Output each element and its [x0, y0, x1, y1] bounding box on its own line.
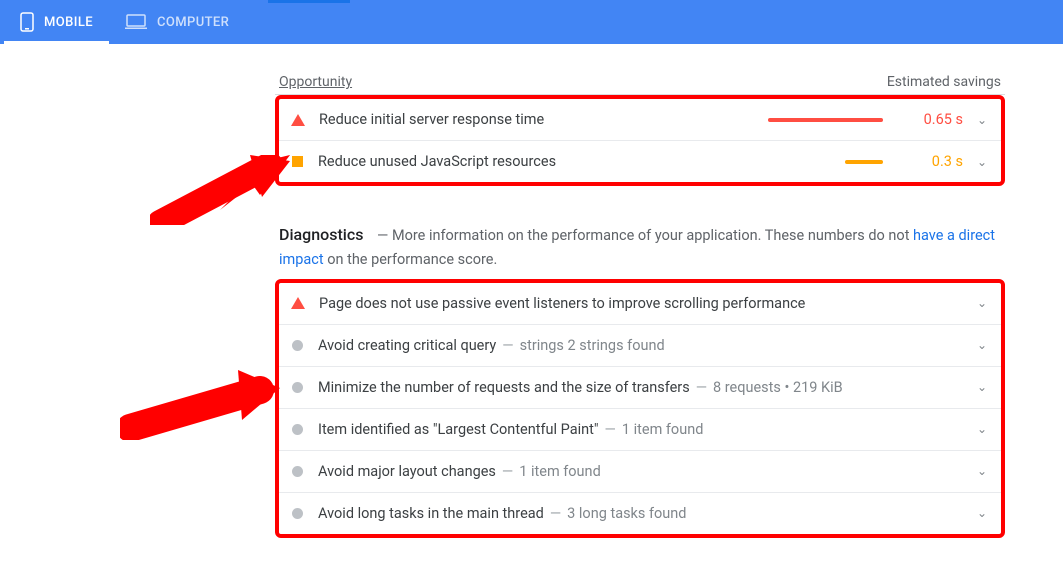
tab-computer[interactable]: COMPUTER	[109, 0, 245, 44]
diagnostic-sub: strings 2 strings found	[520, 337, 665, 354]
diagnostic-title: Avoid long tasks in the main thread — 3 lo…	[318, 505, 975, 522]
chevron-down-icon: ⌄	[975, 422, 989, 436]
diagnostic-sub: 1 item found	[622, 421, 704, 438]
diagnostic-title: Avoid major layout changes — 1 item found	[318, 463, 975, 480]
savings-bar	[768, 118, 883, 122]
chevron-down-icon: ⌄	[975, 296, 989, 310]
tab-computer-label: COMPUTER	[157, 15, 229, 30]
diagnostics-desc-suffix: on the performance score.	[324, 251, 498, 268]
diagnostic-sub: 3 long tasks found	[567, 505, 686, 522]
diagnostic-title-text: Avoid major layout changes	[318, 463, 496, 480]
device-tabs: MOBILE COMPUTER	[0, 0, 1063, 44]
diagnostic-title-text: Item identified as "Largest Contentful P…	[318, 421, 599, 438]
opportunities-header-left: Opportunity	[279, 74, 352, 90]
dash: —	[550, 505, 561, 522]
diagnostic-sub: 1 item found	[519, 463, 601, 480]
savings-bar	[845, 160, 883, 164]
diagnostic-title-text: Avoid creating critical query	[318, 337, 496, 354]
info-dot-icon	[292, 424, 303, 435]
dash: —	[502, 337, 513, 354]
savings-value: 0.3 s	[901, 153, 963, 170]
dash: —	[502, 463, 513, 480]
diagnostic-sub: 8 requests • 219 KiB	[713, 379, 843, 396]
diagnostic-title-text: Avoid long tasks in the main thread	[318, 505, 544, 522]
diagnostic-title-text: Minimize the number of requests and the …	[318, 379, 690, 396]
diagnostics-header: Diagnostics — More information on the pe…	[275, 222, 1005, 279]
diagnostic-row[interactable]: Minimize the number of requests and the …	[279, 367, 1001, 409]
diagnostics-desc-prefix: — More information on the performance of…	[377, 227, 913, 244]
diagnostic-row[interactable]: Avoid long tasks in the main thread — 3 lo…	[279, 493, 1001, 534]
diagnostic-row[interactable]: Page does not use passive event listener…	[279, 283, 1001, 325]
opportunity-row[interactable]: Reduce initial server response time 0.65…	[279, 99, 1001, 141]
opportunity-row[interactable]: Reduce unused JavaScript resources 0.3 s…	[279, 141, 1001, 182]
warning-square-icon	[292, 156, 303, 167]
diagnostic-row[interactable]: Item identified as "Largest Contentful P…	[279, 409, 1001, 451]
diagnostic-row[interactable]: Avoid creating critical query — strings 2 …	[279, 325, 1001, 367]
diagnostics-title: Diagnostics	[279, 225, 363, 244]
info-dot-icon	[292, 508, 303, 519]
warning-triangle-icon	[291, 114, 305, 126]
opportunities-header-right: Estimated savings	[887, 74, 1001, 90]
diagnostic-title: Item identified as "Largest Contentful P…	[318, 421, 975, 438]
diagnostic-title: Page does not use passive event listener…	[319, 295, 975, 312]
tab-mobile[interactable]: MOBILE	[4, 0, 109, 44]
dash: —	[696, 379, 707, 396]
warning-triangle-icon	[291, 297, 305, 309]
diagnostics-box: Page does not use passive event listener…	[275, 279, 1005, 538]
dash: —	[605, 421, 616, 438]
savings-value: 0.65 s	[901, 111, 963, 128]
opportunities-box: Reduce initial server response time 0.65…	[275, 95, 1005, 186]
diagnostic-title: Minimize the number of requests and the …	[318, 379, 975, 396]
diagnostic-title: Avoid creating critical query — strings 2 …	[318, 337, 975, 354]
chevron-down-icon: ⌄	[975, 380, 989, 394]
opportunity-title: Reduce initial server response time	[319, 111, 768, 128]
diagnostic-row[interactable]: Avoid major layout changes—1 item found …	[279, 451, 1001, 493]
chevron-down-icon: ⌄	[975, 113, 989, 127]
chevron-down-icon: ⌄	[975, 464, 989, 478]
tab-mobile-label: MOBILE	[44, 15, 93, 30]
main-content: Opportunity Estimated savings Reduce ini…	[275, 44, 1005, 538]
opportunities-header: Opportunity Estimated savings	[275, 74, 1005, 95]
opportunity-title: Reduce unused JavaScript resources	[318, 153, 845, 170]
annotation-arrow-icon	[150, 155, 290, 225]
annotation-arrow-icon	[120, 370, 280, 440]
computer-icon	[125, 14, 147, 30]
top-accent	[268, 0, 350, 3]
info-dot-icon	[292, 340, 303, 351]
mobile-icon	[20, 12, 34, 32]
info-dot-icon	[292, 466, 303, 477]
chevron-down-icon: ⌄	[975, 338, 989, 352]
chevron-down-icon: ⌄	[975, 506, 989, 520]
info-dot-icon	[292, 382, 303, 393]
chevron-down-icon: ⌄	[975, 155, 989, 169]
